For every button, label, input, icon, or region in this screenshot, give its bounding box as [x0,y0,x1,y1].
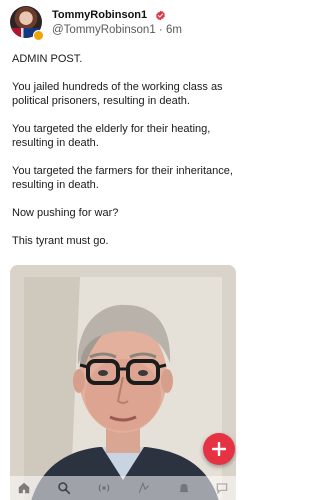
bottom-nav [0,476,246,500]
home-icon [18,482,30,494]
author-name-line: TommyRobinson1 [52,8,166,22]
post-paragraph: This tyrant must go. [12,235,109,247]
post-paragraph: You jailed hundreds of the working class… [12,81,223,107]
post-header: TommyRobinson1 @TommyRobinson1 · 6m [10,6,236,41]
bell-icon [179,483,189,493]
compose-button[interactable] [203,433,235,465]
live-icon [98,484,110,492]
nav-chat[interactable] [214,480,230,496]
nav-home[interactable] [16,480,32,496]
post-text: ADMIN POST. You jailed hundreds of the w… [12,52,238,262]
image-icon [10,265,236,500]
author-meta-line: @TommyRobinson1 · 6m [52,23,182,37]
verified-badge-icon [155,10,165,20]
author-handle[interactable]: @TommyRobinson1 [52,24,156,36]
post-paragraph: Now pushing for war? [12,207,119,219]
post-paragraph: You targeted the farmers for their inher… [12,165,233,191]
avatar-badge-icon [33,30,44,41]
author-display-name[interactable]: TommyRobinson1 [52,9,147,21]
search-icon [58,482,71,495]
nav-live[interactable] [96,480,112,496]
post-time: 6m [165,24,182,36]
app-screen: TommyRobinson1 @TommyRobinson1 · 6m ADMI… [0,0,246,500]
nav-search[interactable] [56,480,72,496]
nav-notifications[interactable] [176,480,192,496]
feeds-icon [138,481,150,493]
plus-icon [212,442,226,456]
nav-feeds[interactable] [136,480,152,496]
post-paragraph: You targeted the elderly for their heati… [12,123,211,149]
meta-separator: · [158,24,163,36]
chat-icon [216,483,228,495]
post-paragraph: ADMIN POST. [12,53,83,65]
post-image[interactable] [10,265,236,500]
